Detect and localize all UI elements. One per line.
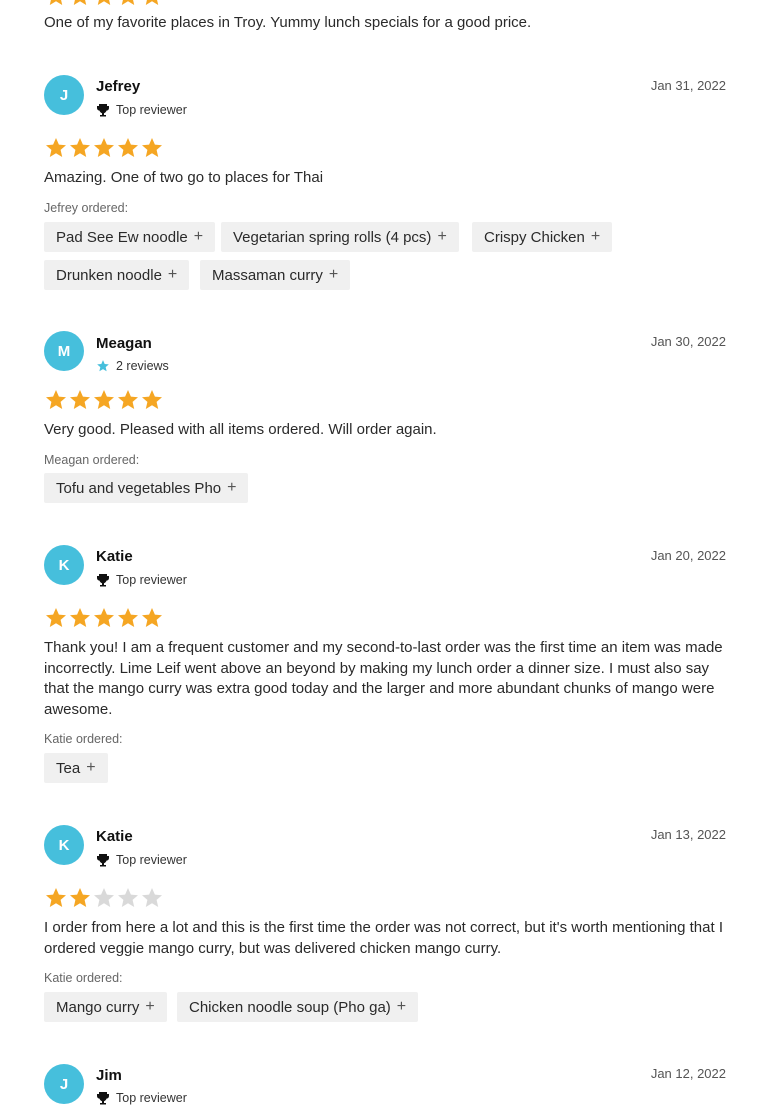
reviewer-badge: 2 reviews	[96, 359, 169, 373]
plus-icon: +	[590, 228, 601, 245]
star-icon	[44, 136, 68, 160]
review-text: Thank you! I am a frequent customer and …	[44, 639, 723, 718]
reviewer-name[interactable]: Jefrey	[96, 78, 140, 95]
star-icon	[68, 606, 92, 630]
review-date: Jan 20, 2022	[650, 548, 726, 563]
reviewer-badge: Top reviewer	[96, 853, 187, 867]
badge-label: Top reviewer	[116, 853, 187, 867]
star-icon	[92, 136, 116, 160]
review-card: M Meagan Jan 30, 2022 2 reviews Very goo…	[0, 331, 770, 503]
star-icon	[116, 136, 140, 160]
avatar[interactable]: K	[44, 825, 84, 865]
plus-icon: +	[227, 479, 237, 496]
star-icon	[140, 606, 164, 630]
star-icon	[96, 359, 110, 373]
star-icon	[140, 136, 164, 160]
star-icon	[44, 606, 68, 630]
star-empty-icon	[92, 886, 116, 910]
ordered-item-chip[interactable]: Pad See Ew noodle +	[44, 222, 216, 252]
star-icon	[92, 0, 116, 8]
ordered-label: Katie ordered:	[44, 971, 123, 985]
avatar[interactable]: M	[44, 331, 84, 371]
ordered-item-chip[interactable]: Drunken noodle +	[44, 260, 190, 290]
avatar[interactable]: K	[44, 545, 84, 585]
review-card: K Katie Jan 20, 2022 Top reviewer Thank …	[0, 545, 770, 783]
review-card: J Jim Jan 12, 2022 Top reviewer	[0, 1064, 770, 1105]
review-date: Jan 30, 2022	[650, 334, 726, 349]
trophy-icon	[96, 853, 110, 867]
star-icon	[68, 0, 92, 8]
rating-stars	[44, 886, 174, 910]
review-text: I order from here a lot and this is the …	[44, 919, 723, 957]
review-date: Jan 31, 2022	[650, 78, 726, 93]
star-icon	[68, 136, 92, 160]
ordered-item-chip[interactable]: Massaman curry +	[200, 260, 351, 290]
plus-icon: +	[167, 266, 178, 283]
rating-stars	[44, 136, 174, 160]
badge-label: Top reviewer	[116, 103, 187, 117]
ordered-label: Meagan ordered:	[44, 453, 140, 467]
reviewer-name[interactable]: Katie	[96, 828, 133, 845]
review-card: J Jefrey Jan 31, 2022 Top reviewer Amazi…	[0, 75, 770, 290]
trophy-icon	[96, 103, 110, 117]
previous-review-stars	[44, 0, 174, 8]
badge-label: Top reviewer	[116, 573, 187, 587]
reviewer-badge: Top reviewer	[96, 573, 187, 587]
star-icon	[92, 388, 116, 412]
review-text: One of my favorite places in Troy. Yummy…	[44, 14, 532, 31]
star-empty-icon	[116, 886, 140, 910]
plus-icon: +	[193, 228, 204, 245]
reviewer-name[interactable]: Meagan	[96, 335, 152, 352]
review-text: Very good. Pleased with all items ordere…	[44, 421, 437, 438]
star-icon	[68, 886, 92, 910]
plus-icon: +	[145, 998, 155, 1015]
review-date: Jan 13, 2022	[650, 827, 726, 842]
star-icon	[44, 0, 68, 8]
star-icon	[92, 606, 116, 630]
review-text: Amazing. One of two go to places for Tha…	[44, 169, 324, 186]
ordered-label: Katie ordered:	[44, 732, 123, 746]
ordered-item-chip[interactable]: Tea +	[44, 753, 108, 783]
avatar[interactable]: J	[44, 1064, 84, 1104]
star-icon	[116, 606, 140, 630]
star-empty-icon	[140, 886, 164, 910]
reviewer-name[interactable]: Katie	[96, 548, 133, 565]
avatar[interactable]: J	[44, 75, 84, 115]
ordered-item-chip[interactable]: Mango curry +	[44, 992, 167, 1022]
ordered-label: Jefrey ordered:	[44, 201, 129, 215]
review-date: Jan 12, 2022	[650, 1066, 726, 1081]
star-icon	[140, 0, 164, 8]
trophy-icon	[96, 573, 110, 587]
star-icon	[68, 388, 92, 412]
star-icon	[44, 388, 68, 412]
ordered-item-chip[interactable]: Vegetarian spring rolls (4 pcs) +	[221, 222, 459, 252]
star-icon	[116, 388, 140, 412]
reviewer-badge: Top reviewer	[96, 103, 187, 117]
plus-icon: +	[328, 266, 339, 283]
review-card: K Katie Jan 13, 2022 Top reviewer I orde…	[0, 825, 770, 1022]
star-icon	[116, 0, 140, 8]
star-icon	[140, 388, 164, 412]
plus-icon: +	[86, 759, 96, 776]
ordered-item-chip[interactable]: Chicken noodle soup (Pho ga) +	[177, 992, 419, 1022]
ordered-item-chip[interactable]: Crispy Chicken +	[472, 222, 613, 252]
reviewer-name[interactable]: Jim	[96, 1067, 122, 1084]
plus-icon: +	[437, 228, 447, 245]
rating-stars	[44, 606, 174, 630]
plus-icon: +	[396, 998, 407, 1015]
rating-stars	[44, 388, 174, 412]
badge-label: 2 reviews	[116, 359, 169, 373]
star-icon	[44, 886, 68, 910]
ordered-item-chip[interactable]: Tofu and vegetables Pho +	[44, 473, 249, 503]
